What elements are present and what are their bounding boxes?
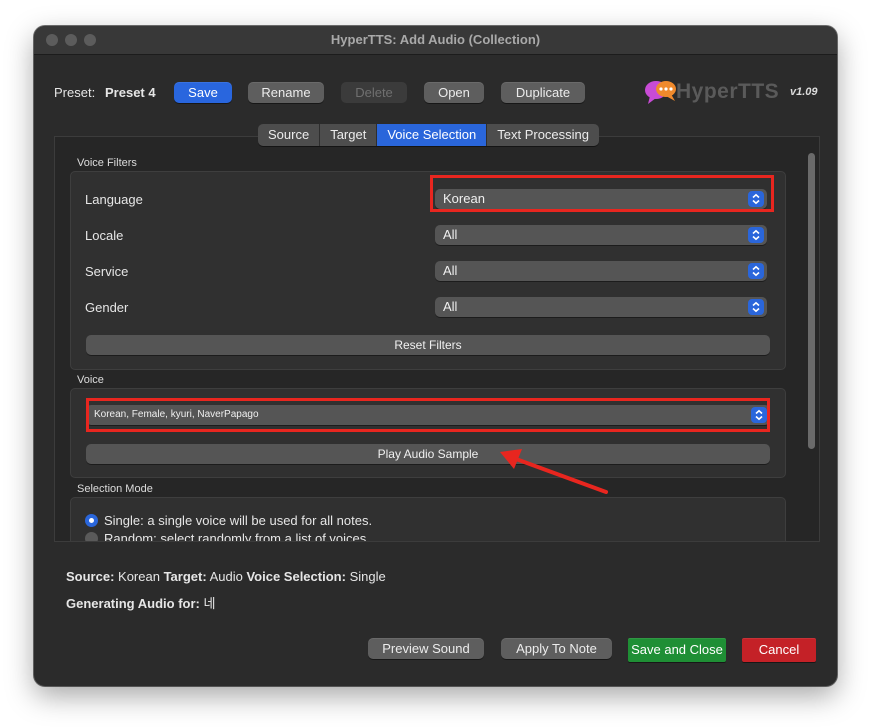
source-summary-label: Source: xyxy=(66,569,115,584)
chevron-updown-icon xyxy=(748,227,764,243)
open-preset-button[interactable]: Open xyxy=(424,82,484,103)
play-audio-sample-button[interactable]: Play Audio Sample xyxy=(86,444,770,464)
tab-text-processing[interactable]: Text Processing xyxy=(487,124,599,146)
panel-scrollbar[interactable] xyxy=(808,153,815,449)
save-and-close-button[interactable]: Save and Close xyxy=(628,638,726,662)
gender-select[interactable]: All xyxy=(435,297,767,317)
voice-filters-title: Voice Filters xyxy=(77,157,137,169)
locale-select[interactable]: All xyxy=(435,225,767,245)
tab-target[interactable]: Target xyxy=(320,124,378,146)
selection-mode-group: Single: a single voice will be used for … xyxy=(70,497,786,542)
preview-sound-button[interactable]: Preview Sound xyxy=(368,638,484,659)
summary-line: Source: Korean Target: Audio Voice Selec… xyxy=(66,569,386,584)
random-mode-radio[interactable] xyxy=(85,532,98,541)
hypertts-logo: HyperTTS xyxy=(644,78,779,108)
gender-select-value: All xyxy=(443,299,458,314)
service-select-value: All xyxy=(443,263,458,278)
voice-highlight-box xyxy=(86,398,770,432)
service-label: Service xyxy=(85,264,129,279)
generating-label: Generating Audio for: xyxy=(66,596,200,611)
generating-line: Generating Audio for: 네 xyxy=(66,593,215,612)
single-mode-radio[interactable] xyxy=(85,514,98,527)
gender-label: Gender xyxy=(85,300,129,315)
voice-selection-summary-value: Single xyxy=(349,569,386,584)
locale-select-value: All xyxy=(443,227,458,242)
tab-voice-selection[interactable]: Voice Selection xyxy=(377,124,488,146)
language-highlight-box xyxy=(430,175,774,212)
duplicate-preset-button[interactable]: Duplicate xyxy=(501,82,585,103)
minimize-window-icon[interactable] xyxy=(65,34,77,46)
target-summary-value: Audio xyxy=(209,569,243,584)
random-mode-label: Random: select randomly from a list of v… xyxy=(104,531,370,542)
target-summary-label: Target: xyxy=(163,569,207,584)
close-window-icon[interactable] xyxy=(46,34,58,46)
preset-name: Preset 4 xyxy=(105,85,156,100)
voice-selection-summary-label: Voice Selection: xyxy=(246,569,346,584)
generating-value: 네 xyxy=(203,596,216,611)
zoom-window-icon[interactable] xyxy=(84,34,96,46)
single-mode-label: Single: a single voice will be used for … xyxy=(104,513,373,528)
delete-preset-button[interactable]: Delete xyxy=(341,82,407,103)
locale-label: Locale xyxy=(85,228,124,243)
logo-text: HyperTTS xyxy=(676,80,780,103)
version-label: v1.09 xyxy=(790,86,818,98)
title-bar: HyperTTS: Add Audio (Collection) xyxy=(34,26,837,55)
selection-mode-title: Selection Mode xyxy=(77,483,153,495)
source-summary-value: Korean xyxy=(118,569,160,584)
voice-title: Voice xyxy=(77,374,104,386)
tab-source[interactable]: Source xyxy=(258,124,321,146)
cancel-button[interactable]: Cancel xyxy=(742,638,816,662)
chevron-updown-icon xyxy=(748,263,764,279)
rename-preset-button[interactable]: Rename xyxy=(248,82,324,103)
apply-to-note-button[interactable]: Apply To Note xyxy=(501,638,612,659)
save-preset-button[interactable]: Save xyxy=(174,82,232,103)
chevron-updown-icon xyxy=(748,299,764,315)
service-select[interactable]: All xyxy=(435,261,767,281)
window-title: HyperTTS: Add Audio (Collection) xyxy=(330,32,541,47)
preset-label: Preset: xyxy=(54,85,96,100)
reset-filters-button[interactable]: Reset Filters xyxy=(86,335,770,355)
tab-bar: Source Target Voice Selection Text Proce… xyxy=(258,124,600,146)
hypertts-window: HyperTTS: Add Audio (Collection) Preset:… xyxy=(34,26,837,686)
language-label: Language xyxy=(85,192,143,207)
chat-bubbles-icon xyxy=(645,81,676,104)
